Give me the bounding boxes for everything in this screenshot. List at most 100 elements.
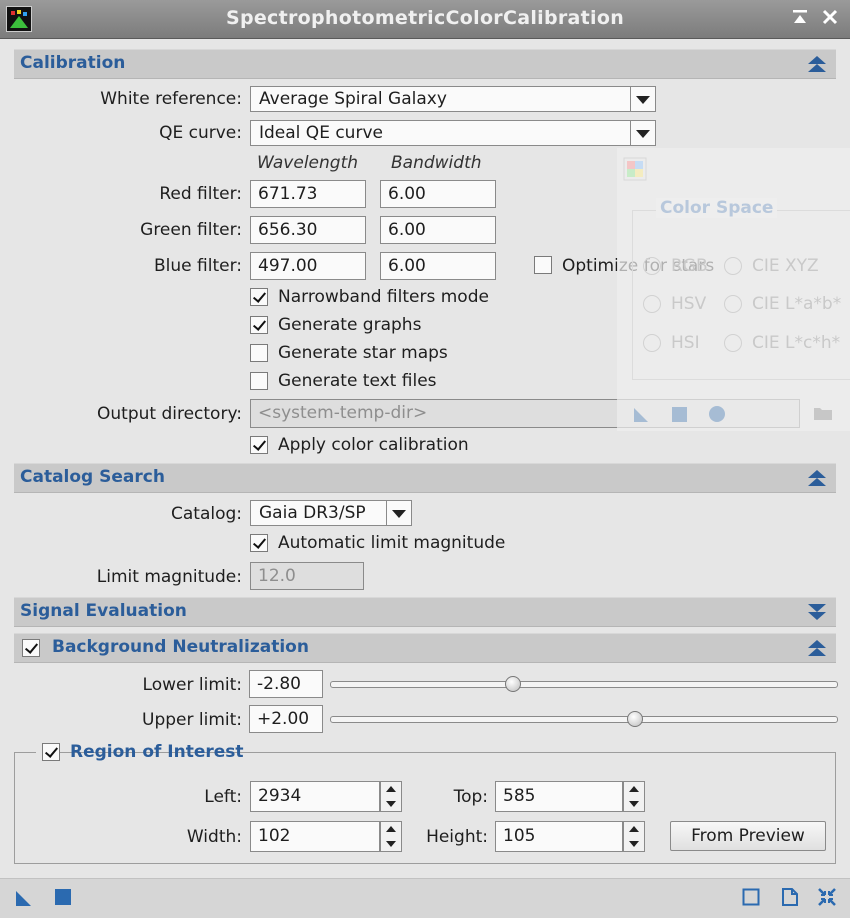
window-title: SpectrophotometricColorCalibration bbox=[225, 7, 625, 29]
catalog-label: Catalog: bbox=[170, 504, 242, 524]
apply-global-icon[interactable] bbox=[53, 887, 73, 912]
roi-left-field[interactable]: 2934 bbox=[250, 781, 380, 812]
radio-rgb-label: RGB bbox=[671, 256, 708, 276]
lower-limit-label: Lower limit: bbox=[142, 675, 242, 695]
shade-icon[interactable] bbox=[790, 8, 810, 28]
blue-bandwidth-field[interactable]: 6.00 bbox=[380, 252, 496, 280]
collapse-icon[interactable] bbox=[808, 638, 826, 658]
upper-limit-field[interactable]: +2.00 bbox=[249, 705, 323, 733]
chevron-down-icon[interactable] bbox=[386, 501, 411, 525]
auto-limit-label: Automatic limit magnitude bbox=[278, 533, 506, 553]
output-directory-label: Output directory: bbox=[97, 404, 242, 424]
radio-rgb bbox=[643, 257, 661, 275]
expand-icon[interactable] bbox=[808, 602, 826, 622]
signal-evaluation-header-label: Signal Evaluation bbox=[20, 601, 187, 621]
white-reference-value: Average Spiral Galaxy bbox=[259, 89, 447, 109]
roi-top-label: Top: bbox=[453, 787, 488, 807]
ghost-toolbar-icons bbox=[632, 404, 732, 424]
white-reference-combo[interactable]: Average Spiral Galaxy bbox=[250, 86, 656, 112]
reset-icon[interactable] bbox=[817, 887, 837, 912]
qe-curve-label: QE curve: bbox=[159, 123, 242, 143]
lower-limit-slider-handle[interactable] bbox=[505, 676, 522, 692]
red-filter-label: Red filter: bbox=[159, 184, 242, 204]
upper-limit-slider[interactable] bbox=[330, 716, 838, 723]
catalog-combo[interactable]: Gaia DR3/SP bbox=[250, 500, 412, 526]
radio-cie-lab-label: CIE L*a*b* bbox=[752, 294, 842, 314]
qe-curve-value: Ideal QE curve bbox=[259, 123, 383, 143]
blue-filter-label: Blue filter: bbox=[154, 256, 242, 276]
roi-height-spinner[interactable] bbox=[623, 821, 645, 852]
signal-evaluation-section-header[interactable]: Signal Evaluation bbox=[14, 597, 836, 627]
folder-icon[interactable] bbox=[813, 405, 833, 421]
roi-width-field[interactable]: 102 bbox=[250, 821, 380, 852]
from-preview-button[interactable]: From Preview bbox=[670, 821, 826, 851]
color-space-icon bbox=[623, 157, 647, 181]
catalog-search-section-header[interactable]: Catalog Search bbox=[14, 463, 836, 493]
limit-magnitude-label: Limit magnitude: bbox=[96, 567, 242, 587]
bandwidth-column-header: Bandwidth bbox=[391, 153, 482, 173]
generate-text-files-checkbox[interactable] bbox=[250, 372, 268, 390]
background-neutralization-checkbox[interactable] bbox=[22, 639, 40, 657]
auto-limit-checkbox[interactable] bbox=[250, 534, 268, 552]
close-icon[interactable] bbox=[820, 8, 840, 28]
roi-height-field[interactable]: 105 bbox=[495, 821, 623, 852]
roi-top-field[interactable]: 585 bbox=[495, 781, 623, 812]
radio-cie-xyz-label: CIE XYZ bbox=[752, 256, 819, 276]
document-icon[interactable] bbox=[780, 887, 800, 912]
radio-cie-lch-label: CIE L*c*h* bbox=[752, 333, 841, 353]
apply-calibration-checkbox[interactable] bbox=[250, 436, 268, 454]
browse-documentation-icon[interactable] bbox=[741, 887, 761, 912]
color-space-title: Color Space bbox=[656, 198, 778, 218]
apply-calibration-label: Apply color calibration bbox=[278, 435, 469, 455]
narrowband-checkbox[interactable] bbox=[250, 288, 268, 306]
red-wavelength-field[interactable]: 671.73 bbox=[250, 180, 366, 208]
roi-height-label: Height: bbox=[426, 827, 488, 847]
roi-left-label: Left: bbox=[204, 787, 242, 807]
calibration-section-header[interactable]: Calibration bbox=[14, 49, 836, 79]
limit-magnitude-field[interactable]: 12.0 bbox=[250, 562, 364, 590]
white-reference-label: White reference: bbox=[100, 89, 242, 109]
catalog-value: Gaia DR3/SP bbox=[259, 503, 366, 523]
title-bar[interactable]: SpectrophotometricColorCalibration bbox=[0, 0, 850, 39]
catalog-search-header-label: Catalog Search bbox=[20, 467, 165, 487]
region-of-interest-checkbox[interactable] bbox=[42, 743, 60, 761]
lower-limit-slider[interactable] bbox=[330, 681, 838, 688]
radio-cie-xyz bbox=[724, 257, 742, 275]
roi-top-spinner[interactable] bbox=[623, 781, 645, 812]
red-bandwidth-field[interactable]: 6.00 bbox=[380, 180, 496, 208]
calibration-header-label: Calibration bbox=[20, 53, 126, 73]
generate-graphs-label: Generate graphs bbox=[278, 315, 422, 335]
radio-hsv bbox=[643, 295, 661, 313]
blue-wavelength-field[interactable]: 497.00 bbox=[250, 252, 366, 280]
radio-cie-lab bbox=[724, 295, 742, 313]
background-neutralization-section-header[interactable]: Background Neutralization bbox=[14, 633, 836, 663]
upper-limit-slider-handle[interactable] bbox=[626, 711, 643, 727]
generate-graphs-checkbox[interactable] bbox=[250, 316, 268, 334]
lower-limit-field[interactable]: -2.80 bbox=[249, 670, 323, 698]
collapse-icon[interactable] bbox=[808, 54, 826, 74]
chevron-down-icon[interactable] bbox=[630, 87, 655, 111]
green-bandwidth-field[interactable]: 6.00 bbox=[380, 216, 496, 244]
radio-hsi-label: HSI bbox=[671, 333, 700, 353]
radio-hsv-label: HSV bbox=[671, 294, 707, 314]
green-wavelength-field[interactable]: 656.30 bbox=[250, 216, 366, 244]
collapse-icon[interactable] bbox=[808, 468, 826, 488]
background-neutralization-header-label: Background Neutralization bbox=[52, 637, 309, 657]
generate-star-maps-checkbox[interactable] bbox=[250, 344, 268, 362]
green-filter-label: Green filter: bbox=[140, 220, 242, 240]
new-instance-icon[interactable] bbox=[14, 888, 34, 913]
generate-text-files-label: Generate text files bbox=[278, 371, 437, 391]
roi-left-spinner[interactable] bbox=[380, 781, 402, 812]
bottom-toolbar bbox=[0, 878, 850, 918]
optimize-stars-checkbox[interactable] bbox=[534, 256, 552, 274]
qe-curve-combo[interactable]: Ideal QE curve bbox=[250, 120, 656, 146]
region-of-interest-title: Region of Interest bbox=[36, 742, 244, 764]
wavelength-column-header: Wavelength bbox=[257, 153, 359, 173]
generate-star-maps-label: Generate star maps bbox=[278, 343, 448, 363]
narrowband-label: Narrowband filters mode bbox=[278, 287, 489, 307]
roi-width-label: Width: bbox=[186, 827, 242, 847]
roi-width-spinner[interactable] bbox=[380, 821, 402, 852]
radio-cie-lch bbox=[724, 334, 742, 352]
chevron-down-icon[interactable] bbox=[630, 121, 655, 145]
region-of-interest-label: Region of Interest bbox=[70, 742, 244, 762]
